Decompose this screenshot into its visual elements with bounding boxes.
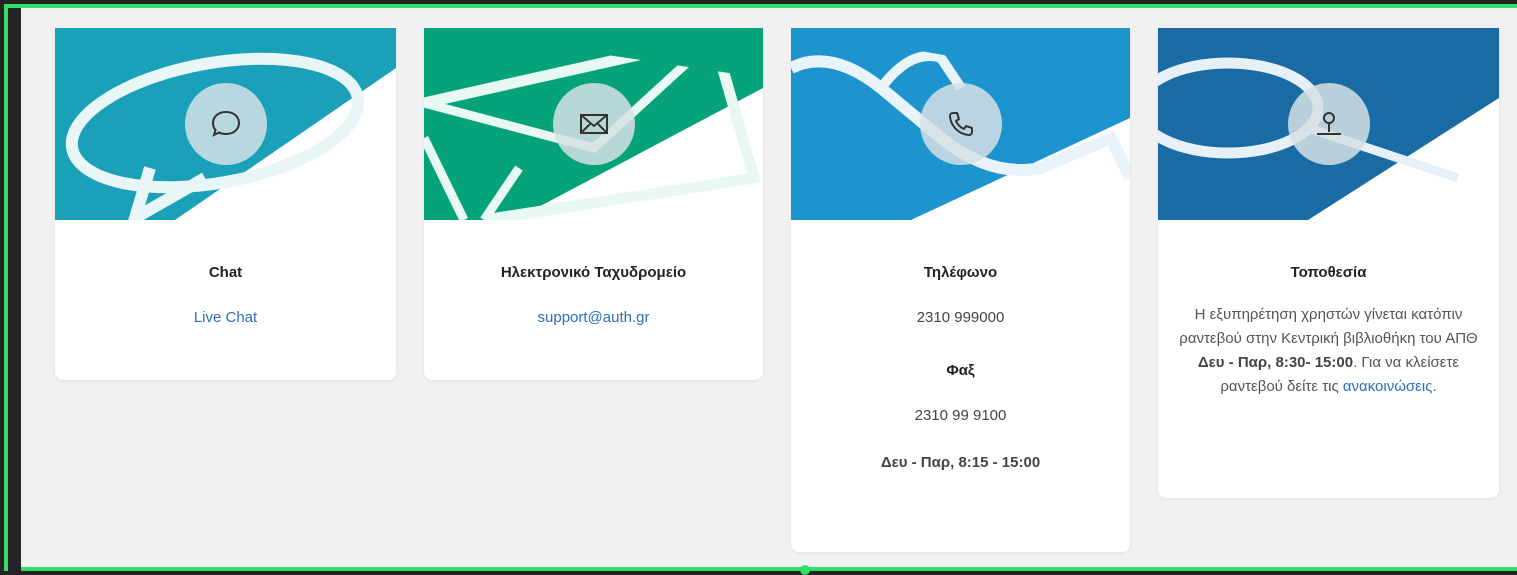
- fax-number: 2310 99 9100: [914, 407, 1007, 424]
- phone-title: Τηλέφωνο: [923, 264, 998, 281]
- live-chat-link[interactable]: Live Chat: [194, 309, 257, 326]
- phone-icon: [919, 83, 1002, 165]
- phone-banner: [791, 28, 1130, 220]
- announcements-link[interactable]: ανακοινώσεις: [1343, 378, 1433, 395]
- resize-handle[interactable]: [800, 565, 810, 575]
- location-hours: Δευ - Παρ, 8:30- 15:00: [1197, 354, 1354, 371]
- fax-title: Φαξ: [946, 362, 975, 379]
- chat-card: Chat Live Chat: [55, 28, 396, 380]
- email-title: Ηλεκτρονικό Ταχυδρομείο: [500, 264, 687, 281]
- email-banner: [424, 28, 763, 220]
- email-card: Ηλεκτρονικό Ταχυδρομείο support@auth.gr: [424, 28, 763, 380]
- envelope-icon: [552, 83, 635, 165]
- location-text-1: Η εξυπηρέτηση χρηστών γίνεται κατόπιν ρα…: [1179, 306, 1478, 347]
- support-email-link[interactable]: support@auth.gr: [538, 309, 650, 326]
- location-text-3: .: [1432, 378, 1437, 395]
- location-card: Τοποθεσία Η εξυπηρέτηση χρηστών γίνεται …: [1158, 28, 1499, 498]
- phone-hours: Δευ - Παρ, 8:15 - 15:00: [880, 454, 1041, 471]
- map-pin-icon: [1287, 83, 1370, 165]
- location-description: Η εξυπηρέτηση χρηστών γίνεται κατόπιν ρα…: [1174, 303, 1484, 399]
- location-banner: [1158, 28, 1499, 220]
- chat-title: Chat: [208, 264, 243, 281]
- chat-banner: [55, 28, 396, 220]
- phone-number: 2310 999000: [916, 309, 1005, 326]
- location-title: Τοποθεσία: [1290, 264, 1367, 281]
- left-edge-bar: [8, 8, 21, 571]
- speech-bubble-icon: [184, 83, 267, 165]
- phone-card: Τηλέφωνο 2310 999000 Φαξ 2310 99 9100 Δε…: [791, 28, 1130, 552]
